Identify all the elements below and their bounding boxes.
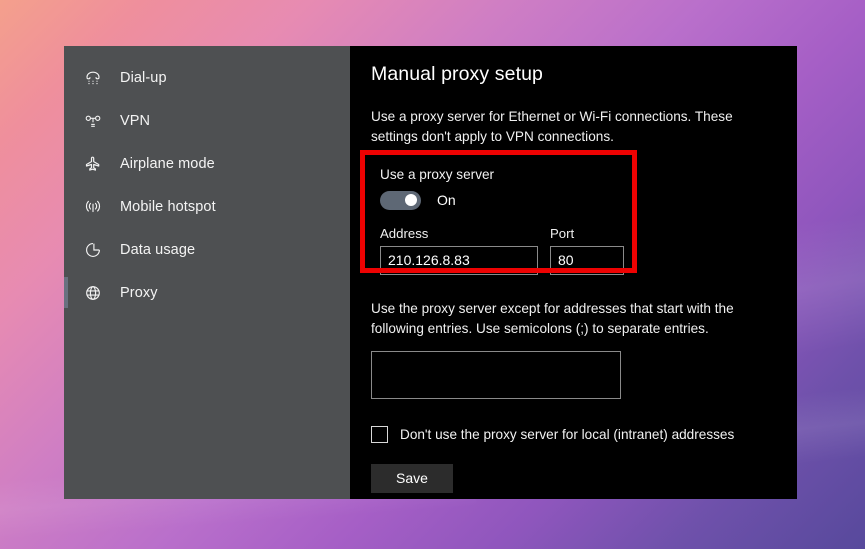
use-proxy-server-label: Use a proxy server	[380, 166, 495, 182]
proxy-settings-pane: Manual proxy setup Use a proxy server fo…	[350, 46, 797, 499]
settings-window: Dial-up VPN Airplane mode Mobile hotspot…	[64, 46, 797, 499]
address-port-row: Address Port	[380, 226, 771, 275]
sidebar-item-label: Dial-up	[120, 69, 167, 86]
proxy-port-input[interactable]	[550, 245, 624, 275]
address-label: Address	[380, 225, 429, 241]
airplane-icon	[78, 153, 108, 175]
data-usage-icon	[78, 239, 108, 261]
settings-sidebar: Dial-up VPN Airplane mode Mobile hotspot…	[64, 46, 350, 499]
sidebar-item-label: Proxy	[120, 284, 158, 301]
hotspot-icon	[78, 196, 108, 218]
proxy-toggle-row: On	[380, 190, 771, 210]
local-bypass-checkbox-row[interactable]: Don't use the proxy server for local (in…	[371, 425, 771, 443]
sidebar-item-airplane-mode[interactable]: Airplane mode	[64, 142, 350, 185]
proxy-exceptions-input[interactable]	[371, 350, 621, 399]
toggle-state-label: On	[437, 192, 456, 209]
sidebar-item-mobile-hotspot[interactable]: Mobile hotspot	[64, 185, 350, 228]
address-field-group: Address	[380, 226, 538, 275]
proxy-address-input[interactable]	[380, 245, 538, 275]
sidebar-item-label: Data usage	[120, 241, 196, 258]
page-title: Manual proxy setup	[371, 63, 543, 85]
use-proxy-server-toggle[interactable]	[380, 190, 421, 210]
local-bypass-checkbox[interactable]	[371, 425, 388, 443]
port-label: Port	[550, 225, 575, 241]
proxy-description: Use a proxy server for Ethernet or Wi-Fi…	[371, 109, 733, 144]
save-button[interactable]: Save	[371, 463, 453, 493]
selection-accent-bar	[64, 277, 68, 308]
toggle-knob	[405, 194, 417, 207]
sidebar-item-label: Airplane mode	[120, 155, 215, 172]
dialup-icon	[78, 67, 108, 89]
sidebar-item-dial-up[interactable]: Dial-up	[64, 56, 350, 99]
sidebar-item-label: Mobile hotspot	[120, 198, 216, 215]
port-field-group: Port	[550, 226, 624, 275]
vpn-icon	[78, 110, 108, 132]
sidebar-item-label: VPN	[120, 112, 151, 129]
use-proxy-server-section: Use a proxy server On Address Port	[371, 167, 771, 275]
sidebar-item-data-usage[interactable]: Data usage	[64, 228, 350, 271]
globe-icon	[78, 282, 108, 304]
local-bypass-label: Don't use the proxy server for local (in…	[400, 426, 735, 442]
sidebar-item-vpn[interactable]: VPN	[64, 99, 350, 142]
exceptions-description: Use the proxy server except for addresse…	[371, 300, 734, 336]
proxy-exceptions-section: Use the proxy server except for addresse…	[371, 299, 771, 404]
sidebar-item-proxy[interactable]: Proxy	[64, 271, 350, 314]
